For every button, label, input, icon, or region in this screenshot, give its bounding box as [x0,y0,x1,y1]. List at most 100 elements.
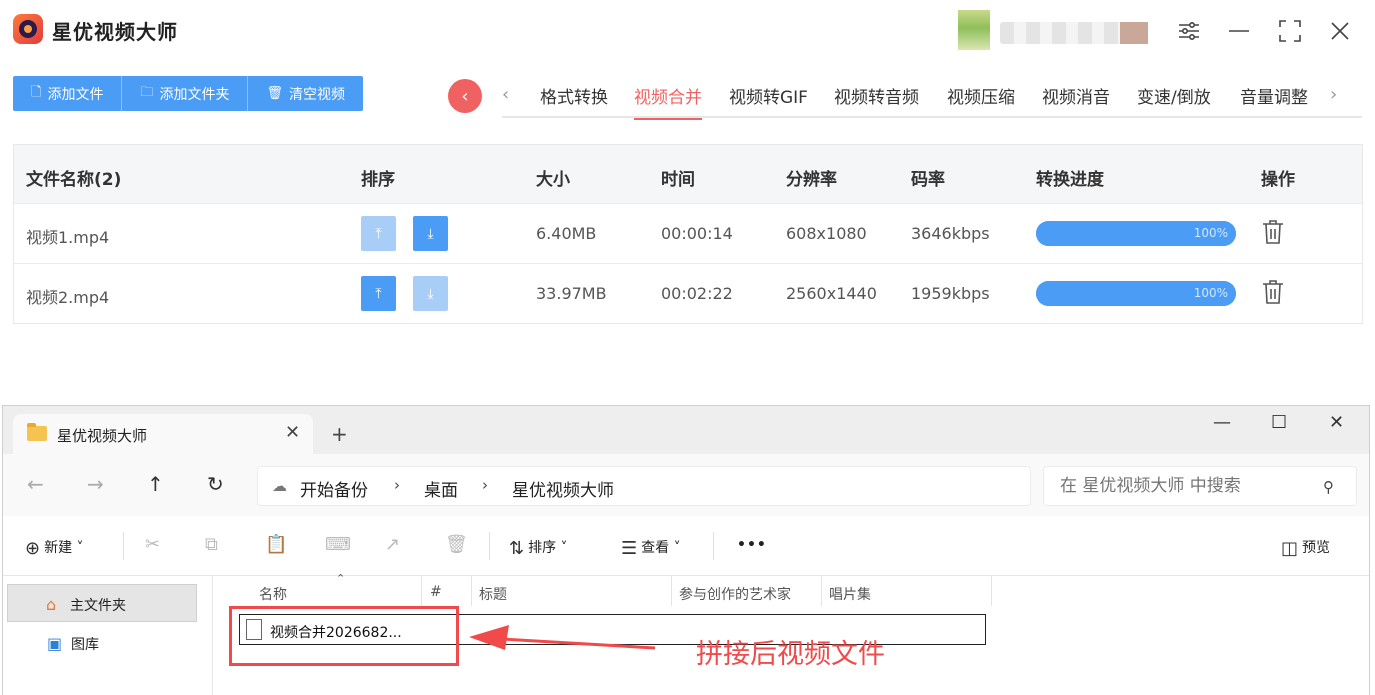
tab-video-compress[interactable]: 视频压缩 [947,83,1015,108]
file-size: 33.97MB [536,284,607,303]
folder-icon: 🗀 [140,84,154,100]
tab-speed-reverse[interactable]: 变速/倒放 [1137,83,1211,108]
clear-videos-button[interactable]: 🗑 清空视频 [248,76,363,111]
file-size: 6.40MB [536,224,597,243]
arrow-down-icon: ⤓ [427,225,434,242]
col-time: 时间 [661,170,695,190]
maximize-icon[interactable]: ☐ [1271,412,1287,433]
folder-icon [27,423,47,441]
move-down-button[interactable]: ⤓ [413,216,448,251]
move-up-button[interactable]: ⤒ [361,216,396,251]
minimize-icon[interactable]: — [1213,412,1231,433]
gallery-icon: ▣ [47,634,63,653]
more-options-button[interactable]: ••• [737,537,767,553]
divider [821,576,822,606]
chevron-left-icon: ‹ [461,85,469,107]
copy-icon[interactable]: ⧉ [205,534,218,555]
tab-volume-adjust[interactable]: 音量调整 [1240,83,1308,108]
refresh-icon[interactable]: ↻ [207,472,224,496]
address-bar-row: ← → ↑ ↻ ☁ 开始备份 › 桌面 › 星优视频大师 ⚲ [3,454,1369,516]
rename-icon[interactable]: ⌨ [325,534,351,555]
close-icon[interactable]: ✕ [1329,412,1344,433]
col-order: 排序 [361,170,395,190]
view-label: 查看 [641,540,670,556]
address-input[interactable]: ☁ 开始备份 › 桌面 › 星优视频大师 [257,466,1031,506]
col-resolution: 分辨率 [786,170,837,190]
user-avatar[interactable] [958,10,990,50]
sort-button[interactable]: ⇅ 排序 ˅ [509,537,568,559]
navigation-pane: ⌂ 主文件夹 ▣ 图库 [3,576,213,695]
sidebar-item-gallery[interactable]: ▣ 图库 [7,624,197,662]
tab-video-to-audio[interactable]: 视频转音频 [834,83,919,108]
col-title[interactable]: 标题 [479,584,507,604]
search-input[interactable] [1043,466,1357,506]
user-name-blurred [1000,22,1148,44]
file-duration: 00:02:22 [661,284,733,303]
minimize-icon[interactable] [1222,14,1256,48]
tab-format-convert[interactable]: 格式转换 [540,83,608,108]
trash-icon: 🗑 [266,86,283,101]
tab-video-mute[interactable]: 视频消音 [1042,83,1110,108]
add-file-label: 添加文件 [47,86,104,103]
breadcrumb-backup[interactable]: 开始备份 [300,476,368,501]
cut-icon[interactable]: ✂ [145,534,160,555]
share-icon[interactable]: ↗ [385,534,400,555]
breadcrumb-chevron-icon: › [482,476,488,494]
tab-video-merge[interactable]: 视频合并 [634,83,702,120]
col-album[interactable]: 唱片集 [829,584,871,604]
back-arrow-icon[interactable]: ← [27,472,44,496]
file-toolbar: 🗋 添加文件 🗀 添加文件夹 🗑 清空视频 [13,76,363,111]
new-tab-plus-icon[interactable]: + [331,422,348,446]
move-down-button[interactable]: ⤓ [413,276,448,311]
add-folder-button[interactable]: 🗀 添加文件夹 [122,76,249,111]
col-number[interactable]: # [430,584,442,600]
sidebar-item-label: 图库 [71,637,99,653]
tabs-scroll-left-icon[interactable]: ‹ [502,84,509,105]
tab-close-icon[interactable]: ✕ [285,422,300,443]
sidebar-item-label: 主文件夹 [70,598,126,614]
delete-trash-icon[interactable] [1262,219,1284,245]
file-bitrate: 1959kbps [911,284,990,303]
add-folder-label: 添加文件夹 [159,86,230,103]
file-name: 视频1.mp4 [26,228,110,247]
up-arrow-icon[interactable]: ↑ [147,472,164,496]
progress-text: 100% [1193,226,1228,240]
col-name[interactable]: 名称 [259,584,287,604]
tabs-scroll-right-icon[interactable]: › [1330,84,1337,105]
table-header: 文件名称(2) 排序 大小 时间 分辨率 码率 转换进度 操作 [14,145,1362,203]
forward-arrow-icon[interactable]: → [87,472,104,496]
settings-sliders-icon[interactable] [1172,14,1206,48]
divider [991,576,992,606]
back-button[interactable]: ‹ [448,79,482,113]
add-file-button[interactable]: 🗋 添加文件 [13,76,123,111]
col-artist[interactable]: 参与创作的艺术家 [679,584,791,604]
col-actions: 操作 [1261,170,1295,190]
new-button[interactable]: ⊕ 新建 ˅ [25,537,84,559]
search-icon: ⚲ [1323,478,1334,496]
arrow-down-icon: ⤓ [427,285,434,302]
col-filename: 文件名称(2) [26,170,122,190]
maximize-icon[interactable] [1273,14,1307,48]
preview-button[interactable]: ◫ 预览 [1281,537,1330,559]
col-bitrate: 码率 [911,170,945,190]
sort-caret-icon: ⌃ [336,572,346,585]
delete-trash-icon[interactable] [1262,279,1284,305]
video-table: 文件名称(2) 排序 大小 时间 分辨率 码率 转换进度 操作 视频1.mp4 … [13,144,1363,324]
sidebar-item-home[interactable]: ⌂ 主文件夹 [7,584,197,622]
cloud-backup-icon: ☁ [272,477,287,495]
explorer-tab[interactable]: 星优视频大师 ✕ [13,414,313,454]
sort-icon: ⇅ [509,538,525,559]
breadcrumb-desktop[interactable]: 桌面 [424,476,458,501]
move-up-button[interactable]: ⤒ [361,276,396,311]
divider [471,576,472,606]
paste-icon[interactable]: 📋 [265,534,287,555]
breadcrumb-folder[interactable]: 星优视频大师 [512,476,614,501]
close-icon[interactable] [1323,14,1357,48]
breadcrumb-chevron-icon: › [394,476,400,494]
delete-icon[interactable]: 🗑 [445,534,468,555]
tab-video-to-gif[interactable]: 视频转GIF [729,83,808,108]
title-bar: 星优视频大师 [0,0,1375,62]
file-icon: 🗋 [31,84,42,100]
view-button[interactable]: ☰ 查看 ˅ [621,537,681,559]
progress-bar: 100% [1036,281,1236,306]
